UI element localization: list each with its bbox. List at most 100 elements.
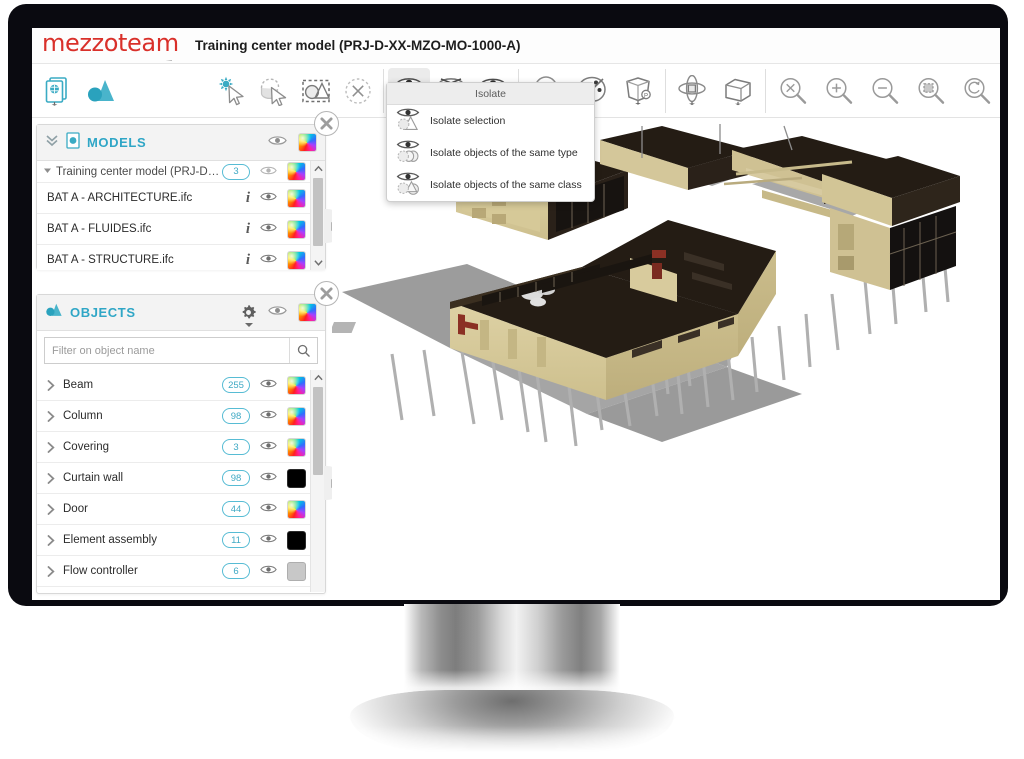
objects-row-count: 3 (222, 439, 250, 455)
objects-row[interactable]: Beam 255 (37, 370, 312, 401)
color-swatch-icon[interactable] (287, 375, 306, 395)
color-swatch-icon[interactable] (298, 303, 317, 322)
toolbar-button-zoom-window[interactable] (908, 68, 954, 114)
row-expand-icon[interactable] (47, 565, 55, 577)
objects-row-actions: 98 (222, 468, 306, 488)
toolbar-button-select-pick[interactable] (211, 68, 253, 114)
toolbar-button-render-mode[interactable]: P (615, 68, 661, 114)
objects-row[interactable]: Curtain wall 98 (37, 463, 312, 494)
color-swatch-icon[interactable] (287, 406, 306, 426)
objects-scroll-thumb[interactable] (313, 387, 323, 475)
row-expand-icon[interactable] (47, 441, 55, 453)
eye-icon[interactable] (260, 378, 277, 392)
objects-row[interactable]: Element assembly 11 (37, 525, 312, 556)
color-swatch-icon[interactable] (287, 499, 306, 519)
objects-row[interactable]: Door 44 (37, 494, 312, 525)
models-row-structure[interactable]: BAT A - STRUCTURE.ifc i (37, 245, 312, 270)
mezzoteam-logo: mezzoteam (42, 30, 187, 62)
toolbar-button-clear-selection[interactable] (337, 68, 379, 114)
scroll-down-arrow-icon[interactable] (311, 255, 325, 270)
row-expand-icon[interactable] (47, 534, 55, 546)
color-swatch-icon[interactable] (298, 133, 317, 152)
eye-icon[interactable] (260, 471, 277, 485)
eye-icon[interactable] (260, 165, 277, 179)
color-swatch-icon[interactable] (287, 437, 306, 457)
color-swatch-icon[interactable] (287, 468, 306, 488)
models-row-name: Training center model (PRJ-D-XX... (56, 165, 222, 178)
eye-icon[interactable] (260, 564, 277, 578)
toolbar-button-zoom-out[interactable] (862, 68, 908, 114)
eye-icon[interactable] (260, 440, 277, 454)
menu-item-isolate-same-type[interactable]: Isolate objects of the same type (387, 137, 594, 169)
scroll-up-arrow-icon[interactable] (311, 370, 325, 385)
objects-row-name: Covering (63, 441, 110, 453)
row-expand-icon[interactable] (47, 503, 55, 515)
info-icon[interactable]: i (246, 190, 250, 207)
models-row-fluides[interactable]: BAT A - FLUIDES.ifc i (37, 214, 312, 245)
toolbar-button-pan-orbit[interactable] (669, 68, 715, 114)
menu-item-label: Isolate objects of the same class (430, 179, 582, 191)
app-header: mezzoteam Training center model (PRJ-D-X… (32, 28, 1000, 64)
color-swatch-icon[interactable] (287, 188, 306, 208)
tree-expand-icon[interactable] (43, 166, 52, 178)
color-swatch-icon[interactable] (287, 250, 306, 270)
eye-icon[interactable] (260, 222, 277, 236)
models-scroll-thumb[interactable] (313, 178, 323, 246)
models-panel-close-button[interactable] (314, 111, 339, 136)
eye-icon[interactable] (260, 533, 277, 547)
objects-panel: OBJECTS Filter on object name Beam 255 C… (36, 281, 343, 594)
row-expand-icon[interactable] (47, 410, 55, 422)
color-swatch-icon[interactable] (287, 530, 306, 550)
toolbar-separator (765, 68, 766, 113)
info-icon[interactable]: i (246, 221, 250, 238)
search-icon (297, 344, 310, 357)
eye-icon[interactable] (268, 134, 287, 152)
toolbar-button-model-tree[interactable] (78, 68, 124, 114)
objects-row-actions: 11 (222, 530, 306, 550)
chevron-double-down-icon[interactable] (45, 133, 59, 152)
objects-row[interactable]: Covering 3 (37, 432, 312, 463)
scroll-up-arrow-icon[interactable] (311, 161, 325, 176)
menu-item-isolate-selection[interactable]: Isolate selection (387, 105, 594, 137)
objects-scrollbar[interactable] (310, 370, 325, 592)
row-expand-icon[interactable] (47, 379, 55, 391)
isolate-same-class-icon (395, 170, 421, 201)
toolbar-button-zoom-in[interactable] (816, 68, 862, 114)
objects-row[interactable]: Column 98 (37, 401, 312, 432)
color-swatch-icon[interactable] (287, 162, 306, 181)
objects-settings-button[interactable] (240, 304, 257, 327)
models-scrollbar[interactable] (310, 161, 325, 270)
menu-item-isolate-same-class[interactable]: Isolate objects of the same class (387, 169, 594, 201)
color-swatch-icon[interactable] (287, 219, 306, 239)
eye-icon[interactable] (260, 502, 277, 516)
eye-icon[interactable] (268, 304, 287, 322)
monitor-base (350, 690, 674, 752)
objects-row[interactable]: Flow controller 6 (37, 556, 312, 587)
objects-row-name: Door (63, 503, 88, 515)
isolate-menu-title: Isolate (387, 83, 594, 105)
svg-text:P: P (643, 93, 647, 99)
toolbar-separator (383, 68, 384, 113)
models-row-architecture[interactable]: BAT A - ARCHITECTURE.ifc i (37, 183, 312, 214)
eye-icon[interactable] (260, 253, 277, 267)
toolbar-button-select-rectangle[interactable] (295, 68, 337, 114)
toolbar-button-select-lasso[interactable] (253, 68, 295, 114)
toolbar-button-document-viewer[interactable] (36, 68, 78, 114)
eye-icon[interactable] (260, 409, 277, 423)
object-filter-input[interactable] (45, 338, 289, 363)
objects-panel-close-button[interactable] (314, 281, 339, 306)
toolbar-button-zoom-reset[interactable] (954, 68, 1000, 114)
color-swatch-icon[interactable] (287, 561, 306, 581)
models-row-actions: i (246, 219, 306, 239)
toolbar-button-zoom-drag[interactable] (770, 68, 816, 114)
models-row-root[interactable]: Training center model (PRJ-D-XX... 3 (37, 161, 312, 183)
object-filter-search-button[interactable] (289, 338, 317, 363)
info-icon[interactable]: i (246, 252, 250, 269)
objects-panel-title: OBJECTS (70, 305, 136, 320)
objects-row-name: Element assembly (63, 534, 157, 546)
toolbar-button-view-cube[interactable] (715, 68, 761, 114)
toolbar-group-selection (211, 67, 379, 115)
eye-icon[interactable] (260, 191, 277, 205)
row-expand-icon[interactable] (47, 472, 55, 484)
models-row-name: BAT A - ARCHITECTURE.ifc (47, 192, 193, 204)
